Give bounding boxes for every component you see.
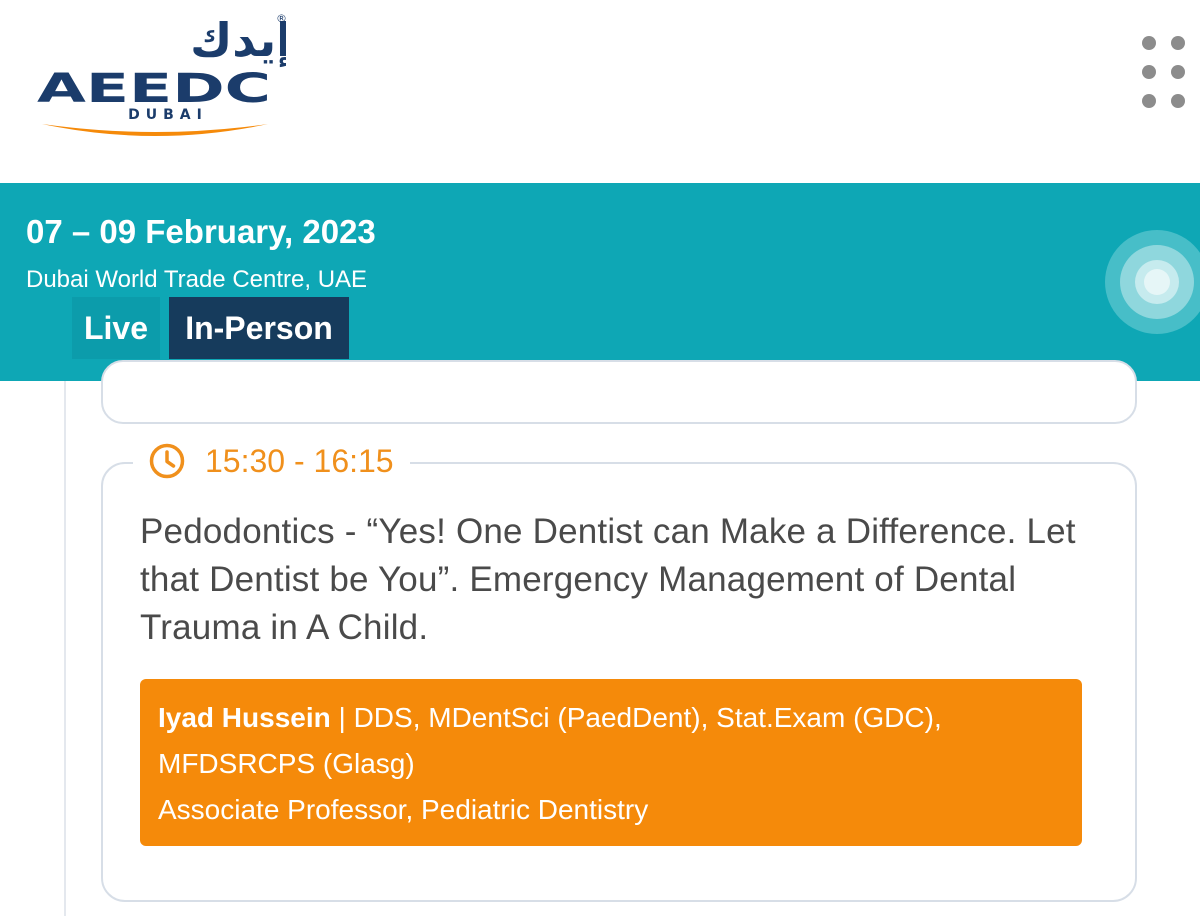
speaker-name[interactable]: Iyad Hussein — [158, 702, 331, 733]
speaker-separator: | — [330, 702, 354, 733]
previous-session-card — [101, 360, 1137, 424]
session-title: Pedodontics - “Yes! One Dentist can Make… — [140, 512, 1076, 647]
session-time: 15:30 - 16:15 — [205, 442, 394, 479]
speaker-line: Iyad Hussein | DDS, MDentSci (PaedDent),… — [158, 695, 1064, 787]
logo-wordmark: AEEDC — [37, 66, 271, 112]
top-header: إيدك ® AEEDC DUBAI — [0, 0, 1200, 183]
logo-city: DUBAI — [128, 107, 208, 123]
event-info-banner: 07 – 09 February, 2023 Dubai World Trade… — [0, 183, 1200, 381]
registered-mark: ® — [276, 12, 286, 25]
grid-dots-icon[interactable] — [1130, 28, 1200, 114]
timeline-border — [64, 381, 66, 916]
live-badge[interactable]: Live — [72, 297, 160, 359]
location-target-icon — [1105, 230, 1200, 334]
logo-arabic-text: إيدك — [190, 13, 286, 68]
aeedc-dubai-logo[interactable]: إيدك ® AEEDC DUBAI — [36, 6, 292, 142]
speaker-info-box: Iyad Hussein | DDS, MDentSci (PaedDent),… — [140, 679, 1082, 846]
session-time-label: 15:30 - 16:15 — [133, 436, 410, 486]
event-dates: 07 – 09 February, 2023 — [26, 213, 376, 250]
in-person-badge[interactable]: In-Person — [169, 297, 349, 359]
speaker-position: Associate Professor, Pediatric Dentistry — [158, 794, 649, 825]
event-venue: Dubai World Trade Centre, UAE — [26, 266, 368, 293]
logo-swoosh — [42, 124, 268, 136]
clock-icon — [149, 443, 185, 479]
logo-graphic: إيدك ® AEEDC DUBAI — [37, 12, 292, 136]
